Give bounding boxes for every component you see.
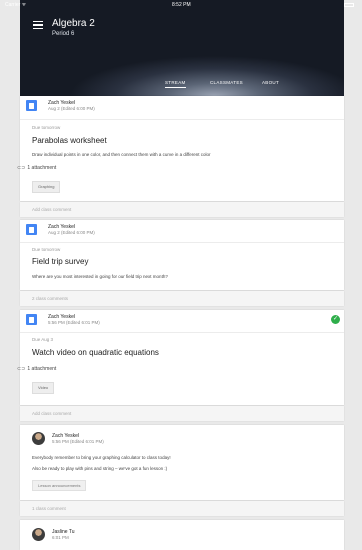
post-timestamp: Aug 2 (Edited 6:00 PM): [48, 230, 95, 235]
announcement-text: Also be ready to play with pins and stri…: [32, 466, 168, 471]
assignment-description: Draw individual points in one color, and…: [32, 152, 211, 157]
assignment-icon: [26, 314, 37, 325]
tab-about[interactable]: ABOUT: [262, 80, 279, 85]
post-author-row: Zach Yeskel 5:56 PM (Edited 6:01 PM) ✓: [20, 310, 344, 328]
attachment-count-label: 1 attachment: [27, 366, 57, 372]
class-subtitle: Period 6: [52, 31, 75, 37]
class-header: Algebra 2 Period 6 STREAM CLASSMATES ABO…: [20, 0, 344, 96]
post-author-row: Zach Yeskel Aug 2 (Edited 6:00 PM): [20, 220, 344, 238]
paperclip-icon: ⊂⊃: [17, 165, 26, 171]
class-comment-bar[interactable]: Add class comment: [20, 202, 344, 217]
tab-stream[interactable]: STREAM: [165, 80, 186, 88]
assignment-title[interactable]: Parabolas worksheet: [32, 136, 107, 145]
assignment-card[interactable]: Zach Yeskel Aug 2 (Edited 6:00 PM) Due t…: [20, 220, 344, 290]
check-circle-icon: ✓: [331, 315, 340, 324]
due-date: Due Aug 3: [32, 337, 54, 342]
tab-bar: STREAM CLASSMATES ABOUT: [20, 80, 344, 90]
attachment-chip[interactable]: Graphing: [32, 181, 61, 193]
comment-bar-label: 2 class comments: [32, 296, 69, 301]
status-bar: Carrier ᯤ 8:52 PM: [0, 0, 362, 10]
post-timestamp: 5:56 PM (Edited 6:01 PM): [52, 439, 104, 444]
attachment-count: ⊂⊃ 1 attachment: [17, 366, 56, 372]
avatar: [32, 432, 45, 445]
tab-classmates[interactable]: CLASSMATES: [210, 80, 243, 85]
due-date: Due tomorrow: [32, 247, 61, 252]
attachment-count-label: 1 attachment: [27, 165, 57, 171]
post-timestamp: Aug 2 (Edited 6:00 PM): [48, 106, 95, 111]
assignment-card[interactable]: Zach Yeskel Aug 2 (Edited 6:00 PM) Due t…: [17, 96, 344, 201]
divider: [20, 332, 344, 333]
comment-bar-label: Add class comment: [32, 207, 72, 212]
due-date: Due tomorrow: [32, 125, 61, 130]
divider: [20, 242, 344, 243]
comment-bar-label: 1 class comment: [32, 506, 66, 511]
assignment-title[interactable]: Watch video on quadratic equations: [32, 348, 159, 357]
assignment-card[interactable]: Zach Yeskel 5:56 PM (Edited 6:01 PM) ✓ D…: [17, 310, 344, 405]
announcement-card[interactable]: Zach Yeskel 5:56 PM (Edited 6:01 PM) Eve…: [20, 425, 344, 500]
assignment-title[interactable]: Field trip survey: [32, 257, 88, 266]
attachment-count: ⊂⊃ 1 attachment: [17, 165, 56, 171]
assignment-icon: [26, 100, 37, 111]
attachment-chip[interactable]: Video: [32, 382, 55, 394]
assignment-icon: [26, 224, 37, 235]
divider: [20, 119, 344, 120]
class-title: Algebra 2: [52, 18, 95, 29]
avatar: [32, 528, 45, 541]
announcement-card[interactable]: Jasline Tu 6:01 PM: [20, 520, 344, 550]
clock: 8:52 PM: [172, 2, 191, 8]
post-author-row: Zach Yeskel Aug 2 (Edited 6:00 PM): [20, 96, 344, 114]
announcement-text: Everybody remember to bring your graphin…: [32, 455, 171, 460]
comment-bar-label: Add class comment: [32, 411, 72, 416]
post-timestamp: 5:56 PM (Edited 6:01 PM): [48, 320, 100, 325]
class-comment-bar[interactable]: 2 class comments: [20, 291, 344, 306]
battery-icon: [344, 3, 354, 7]
hamburger-menu-icon[interactable]: [33, 21, 43, 30]
post-timestamp: 6:01 PM: [52, 535, 69, 540]
carrier-label: Carrier ᯤ: [5, 2, 27, 8]
paperclip-icon: ⊂⊃: [17, 366, 26, 372]
assignment-description: Where are you most interested in going f…: [32, 274, 168, 279]
announcement-chip[interactable]: Lesson announcements: [32, 480, 87, 491]
class-comment-bar[interactable]: 1 class comment: [20, 501, 344, 516]
class-comment-bar[interactable]: Add class comment: [20, 406, 344, 421]
